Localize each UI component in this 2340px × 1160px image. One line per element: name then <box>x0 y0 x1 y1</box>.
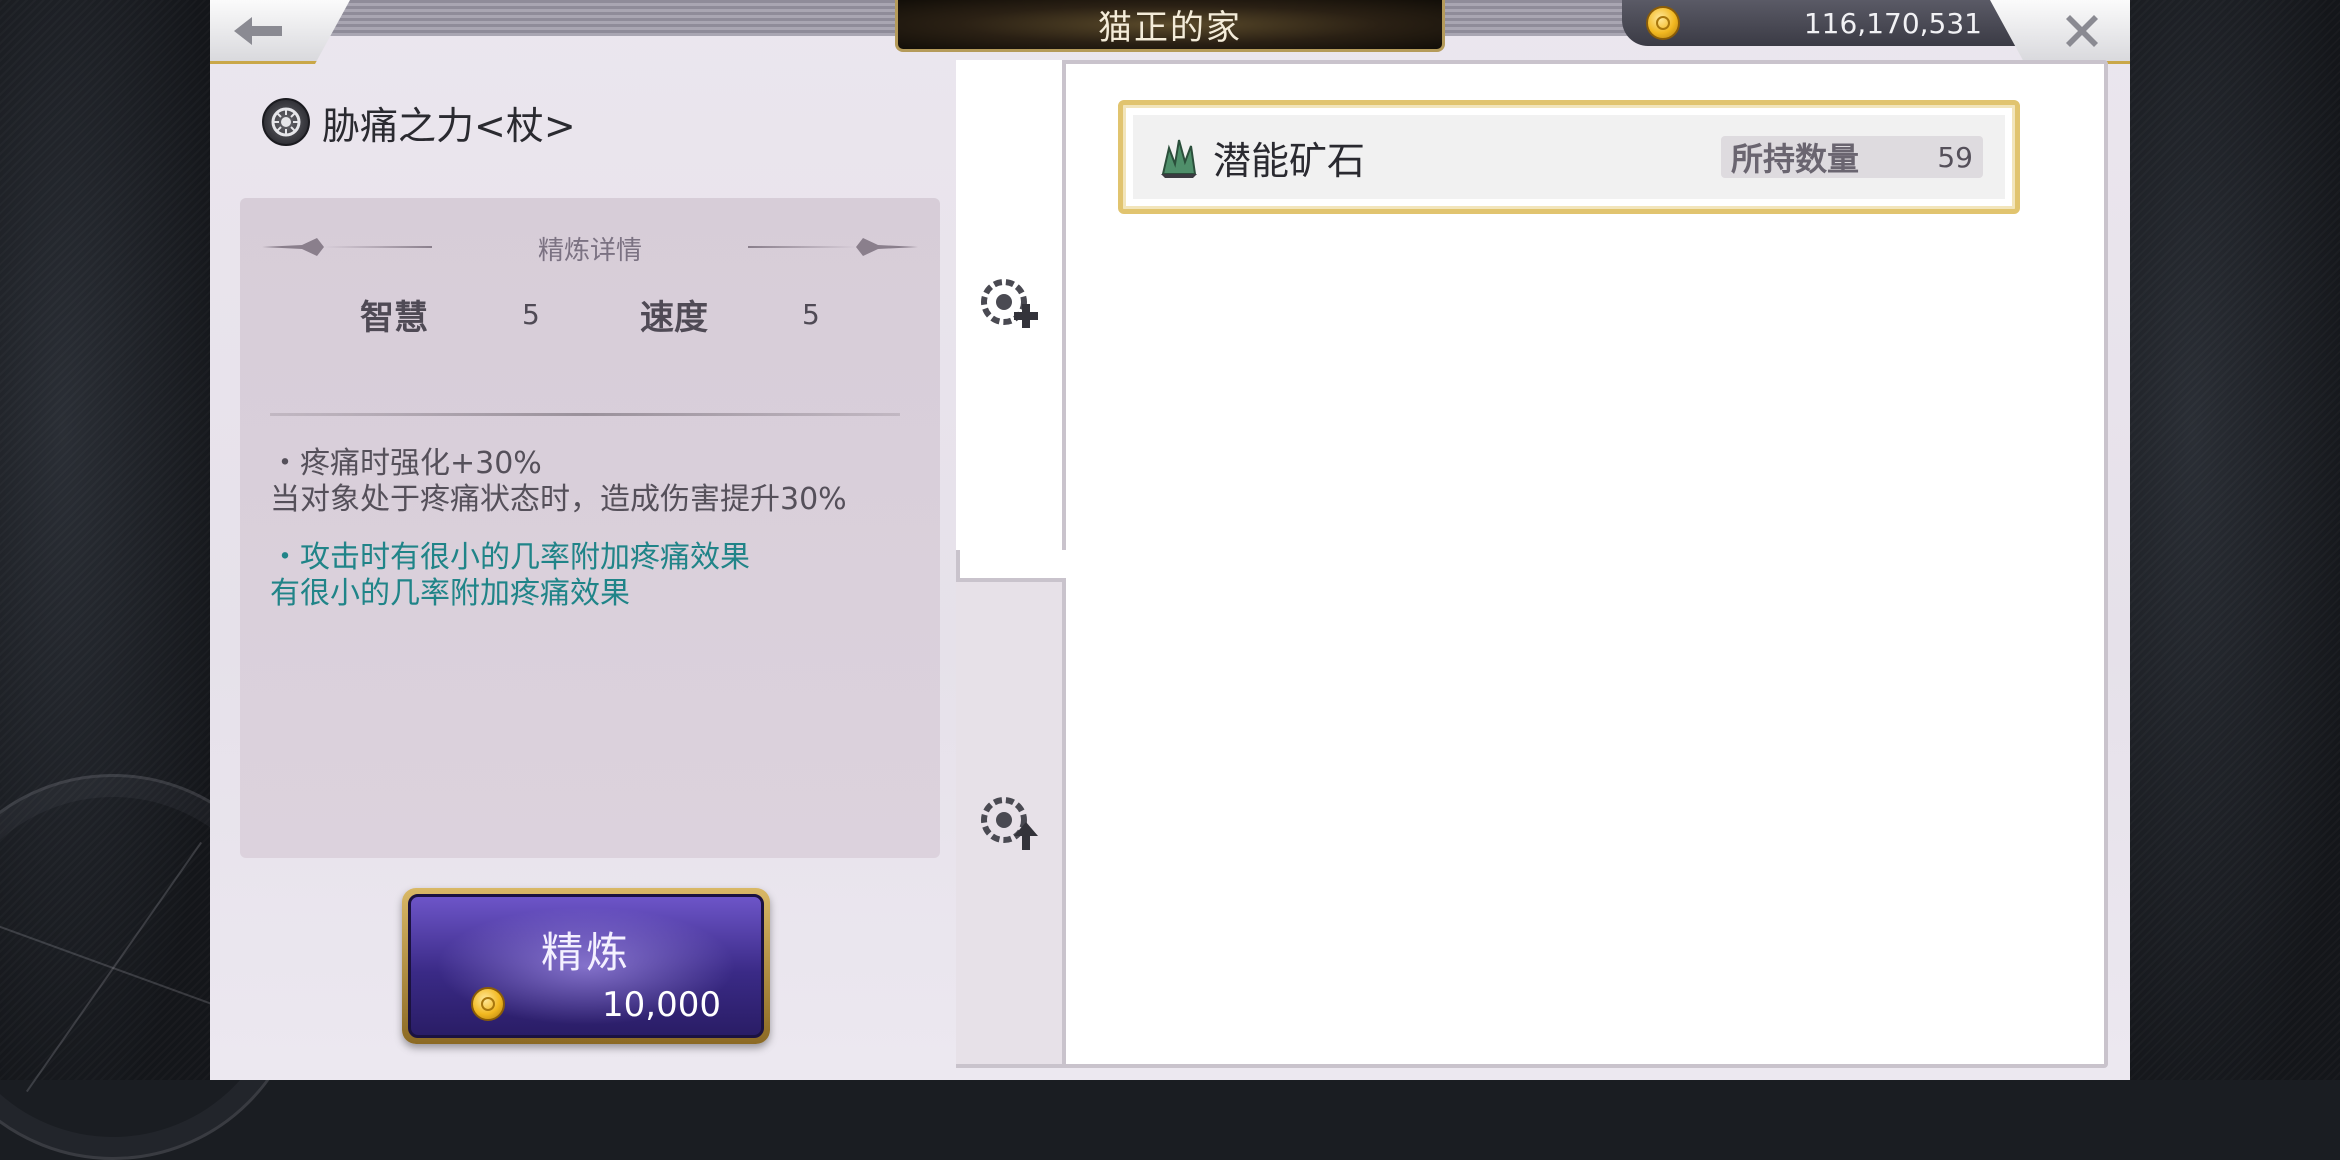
close-button[interactable] <box>1990 0 2130 64</box>
right-background <box>2130 0 2340 1080</box>
refine-button[interactable]: 精炼 10,000 <box>402 888 770 1044</box>
effect-title: ・攻击时有很小的几率附加疼痛效果 <box>270 540 750 575</box>
back-button[interactable] <box>210 0 350 64</box>
material-tabs <box>956 60 1066 1068</box>
left-background <box>0 0 306 1160</box>
refine-cost: 10,000 <box>602 985 721 1025</box>
owned-quantity: 所持数量 59 <box>1721 136 1983 178</box>
crystal-ore-icon <box>1161 139 1197 178</box>
page-title: 猫正的家 <box>895 0 1445 52</box>
gold-display: 116,170,531 <box>1622 0 2022 46</box>
arrow-left-icon <box>234 16 282 45</box>
gold-coin-icon <box>1646 6 1680 40</box>
material-row[interactable]: 潜能矿石 所持数量 59 <box>1118 100 2020 214</box>
stat-label-speed: 速度 <box>640 298 708 338</box>
stat-value-wisdom: 5 <box>522 298 540 331</box>
tab-add-material[interactable] <box>956 60 1066 550</box>
stat-label-wisdom: 智慧 <box>360 298 428 338</box>
stats-row: 智慧 5 速度 5 <box>240 290 940 350</box>
item-title: 胁痛之力<杖> <box>262 94 576 150</box>
owned-count: 59 <box>1937 140 1973 174</box>
material-row-inner: 潜能矿石 所持数量 59 <box>1133 115 2005 199</box>
material-name: 潜能矿石 <box>1213 138 1366 183</box>
refine-window: 猫正的家 116,170,531 胁痛之力<杖> 精炼详情 智慧 5 速度 5 … <box>210 0 2130 1080</box>
effect-desc: 有很小的几率附加疼痛效果 <box>270 576 630 611</box>
effect-desc: 当对象处于疼痛状态时，造成伤害提升30% <box>270 482 847 517</box>
effect-pain-chance: ・攻击时有很小的几率附加疼痛效果 有很小的几率附加疼痛效果 <box>270 540 750 612</box>
effect-title: ・疼痛时强化+30% <box>270 446 542 481</box>
refine-detail-panel: 精炼详情 智慧 5 速度 5 ・疼痛时强化+30% 当对象处于疼痛状态时，造成伤… <box>240 198 940 858</box>
gold-coin-icon <box>471 987 505 1021</box>
gold-amount: 116,170,531 <box>1803 6 1982 40</box>
close-icon <box>2066 14 2098 47</box>
gear-plus-icon <box>981 279 1038 328</box>
tab-upgrade[interactable] <box>956 578 1066 1068</box>
item-name: 胁痛之力<杖> <box>322 103 576 148</box>
refine-button-face: 精炼 10,000 <box>408 894 764 1038</box>
refine-label: 精炼 <box>540 928 631 977</box>
gear-emblem-icon <box>262 98 310 146</box>
effect-pain-boost: ・疼痛时强化+30% 当对象处于疼痛状态时，造成伤害提升30% <box>270 446 847 518</box>
gear-up-arrow-icon <box>981 797 1038 850</box>
divider <box>270 413 900 416</box>
stat-value-speed: 5 <box>802 298 820 331</box>
flourish-right-decoration <box>748 238 918 256</box>
owned-label: 所持数量 <box>1731 140 1860 178</box>
